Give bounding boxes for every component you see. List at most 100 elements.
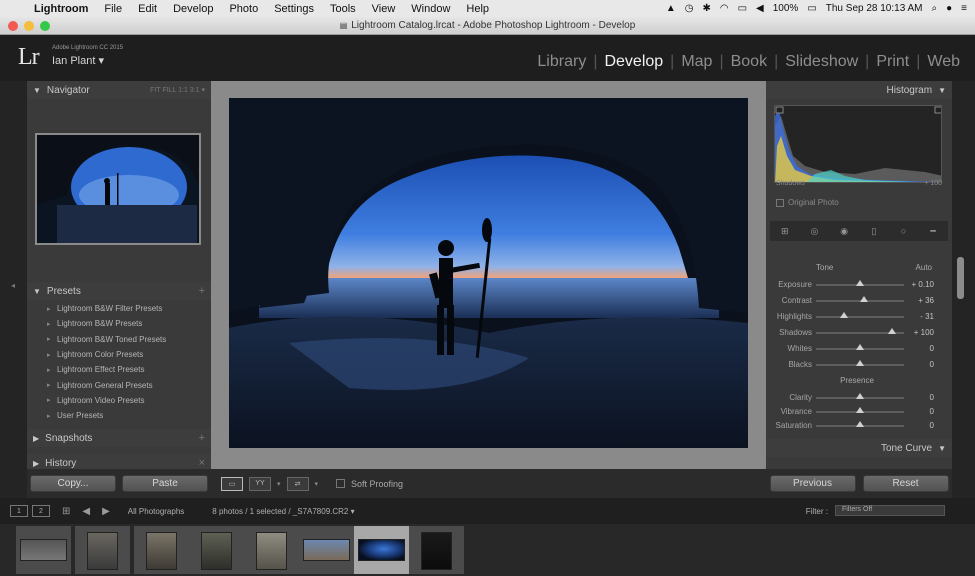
histogram[interactable]	[774, 105, 942, 183]
module-print[interactable]: Print	[869, 53, 916, 71]
spotlight-icon[interactable]: ⌕	[932, 3, 938, 14]
notification-center-icon[interactable]: ≡	[961, 3, 967, 14]
slider-value[interactable]: 0	[904, 393, 934, 402]
snapshots-header[interactable]: ▶ Snapshots +	[27, 429, 211, 447]
forward-arrow-icon[interactable]: ▶	[102, 506, 110, 517]
preset-folder[interactable]: User Presets	[27, 408, 211, 423]
slider-thumb[interactable]	[856, 279, 864, 286]
filmstrip-thumbnail[interactable]	[16, 526, 71, 574]
preset-folder[interactable]: Lightroom Video Presets	[27, 393, 211, 408]
paste-button[interactable]: Paste	[122, 475, 208, 492]
slider-thumb[interactable]	[856, 406, 864, 413]
preset-folder[interactable]: Lightroom Color Presets	[27, 347, 211, 362]
battery-icon[interactable]: ▭	[807, 3, 816, 14]
slider-value[interactable]: + 36	[904, 296, 934, 305]
disclosure-triangle-icon[interactable]: ▶	[33, 434, 39, 443]
minimize-window-button[interactable]	[24, 21, 34, 31]
slider-track[interactable]	[816, 327, 904, 334]
slider-track[interactable]	[816, 406, 904, 413]
preset-folder[interactable]: Lightroom General Presets	[27, 377, 211, 392]
menu-develop[interactable]: Develop	[165, 3, 221, 15]
slider-thumb[interactable]	[887, 327, 896, 334]
auto-tone-button[interactable]: Auto	[916, 263, 932, 272]
zoom-window-button[interactable]	[40, 21, 50, 31]
before-after-button[interactable]: YY	[249, 476, 271, 491]
reset-button[interactable]: Reset	[862, 475, 949, 492]
filmstrip-thumbnail[interactable]	[75, 526, 130, 574]
before-after-dropdown-icon[interactable]: ▾	[277, 480, 281, 488]
slider-track[interactable]	[816, 295, 904, 302]
slider-thumb[interactable]	[856, 359, 864, 366]
filmstrip-thumbnail[interactable]	[299, 526, 354, 574]
slider-value[interactable]: 0	[904, 360, 934, 369]
adjustment-brush-icon[interactable]: ━	[926, 225, 940, 237]
slider-track[interactable]	[816, 311, 904, 318]
menu-view[interactable]: View	[364, 3, 404, 15]
swap-before-after-button[interactable]: ⇄	[286, 476, 309, 491]
slider-track[interactable]	[816, 392, 904, 399]
module-library[interactable]: Library	[530, 53, 593, 71]
slider-value[interactable]: + 0.10	[904, 280, 934, 289]
radial-filter-icon[interactable]: ○	[896, 225, 910, 237]
filmstrip-thumbnail[interactable]	[409, 526, 464, 574]
navigator-header[interactable]: ▼ Navigator FIT FILL 1:1 3:1 ▾	[27, 81, 211, 99]
develop-photo[interactable]	[229, 98, 748, 448]
primary-window-button[interactable]: 1	[10, 505, 28, 517]
image-canvas[interactable]	[211, 81, 766, 469]
slider-track[interactable]	[816, 420, 904, 427]
slider-value[interactable]: 0	[904, 407, 934, 416]
module-book[interactable]: Book	[724, 53, 774, 71]
disclosure-triangle-icon[interactable]: ▼	[938, 444, 946, 453]
module-web[interactable]: Web	[920, 53, 967, 71]
alert-icon[interactable]: ▲	[666, 3, 676, 14]
slider-value[interactable]: 0	[904, 344, 934, 353]
menu-edit[interactable]: Edit	[130, 3, 165, 15]
slider-value[interactable]: + 100	[904, 328, 934, 337]
slider-track[interactable]	[816, 343, 904, 350]
original-photo-checkbox[interactable]	[776, 198, 784, 207]
left-panel-edge[interactable]: ◂	[0, 81, 27, 498]
filmstrip-count[interactable]: 8 photos / 1 selected / _S7A7809.CR2 ▾	[212, 507, 354, 516]
grid-icon[interactable]: ⊞	[62, 506, 70, 517]
tone-curve-header[interactable]: Tone Curve ▼	[766, 439, 952, 457]
identity-plate-user[interactable]: Ian Plant ▾	[52, 54, 104, 67]
slider-value[interactable]: - 31	[904, 312, 934, 321]
time-machine-icon[interactable]: ◷	[685, 3, 694, 14]
preset-folder[interactable]: Lightroom B&W Toned Presets	[27, 332, 211, 347]
airplay-icon[interactable]: ▭	[738, 3, 747, 14]
slider-track[interactable]	[816, 279, 904, 286]
menu-settings[interactable]: Settings	[266, 3, 322, 15]
module-map[interactable]: Map	[674, 53, 719, 71]
filmstrip-thumbnail-selected[interactable]	[354, 526, 409, 574]
volume-icon[interactable]: ◀	[756, 3, 764, 14]
loupe-view-button[interactable]: ▭	[221, 476, 243, 491]
filmstrip-thumbnail[interactable]	[134, 526, 189, 574]
clock[interactable]: Thu Sep 28 10:13 AM	[826, 3, 923, 14]
module-develop[interactable]: Develop	[597, 53, 670, 71]
graduated-filter-icon[interactable]: ▯	[867, 225, 881, 237]
original-photo-toggle[interactable]: Original Photo	[776, 198, 839, 207]
slider-thumb[interactable]	[840, 311, 849, 318]
menu-window[interactable]: Window	[403, 3, 458, 15]
collapse-left-panel-icon[interactable]: ◂	[11, 281, 15, 290]
filmstrip-source[interactable]: All Photographs	[128, 507, 184, 516]
menu-file[interactable]: File	[96, 3, 130, 15]
presets-header[interactable]: ▼ Presets +	[27, 282, 211, 300]
slider-value[interactable]: 0	[904, 421, 934, 430]
bluetooth-icon[interactable]: ✱	[702, 3, 710, 14]
wifi-icon[interactable]: ◠	[720, 3, 729, 14]
filmstrip-thumbnail[interactable]	[189, 526, 244, 574]
close-window-button[interactable]	[8, 21, 18, 31]
disclosure-triangle-icon[interactable]: ▼	[938, 86, 946, 95]
add-snapshot-icon[interactable]: +	[199, 432, 205, 444]
module-slideshow[interactable]: Slideshow	[778, 53, 865, 71]
slider-thumb[interactable]	[856, 392, 864, 399]
preset-folder[interactable]: Lightroom B&W Presets	[27, 316, 211, 331]
histogram-header[interactable]: Histogram ▼	[766, 81, 952, 99]
spot-removal-icon[interactable]: ◎	[807, 225, 821, 237]
slider-thumb[interactable]	[856, 420, 864, 427]
preset-folder[interactable]: Lightroom Effect Presets	[27, 362, 211, 377]
crop-tool-icon[interactable]: ⊞	[778, 225, 792, 237]
menu-help[interactable]: Help	[458, 3, 497, 15]
right-panel-scrollbar[interactable]	[957, 257, 964, 299]
